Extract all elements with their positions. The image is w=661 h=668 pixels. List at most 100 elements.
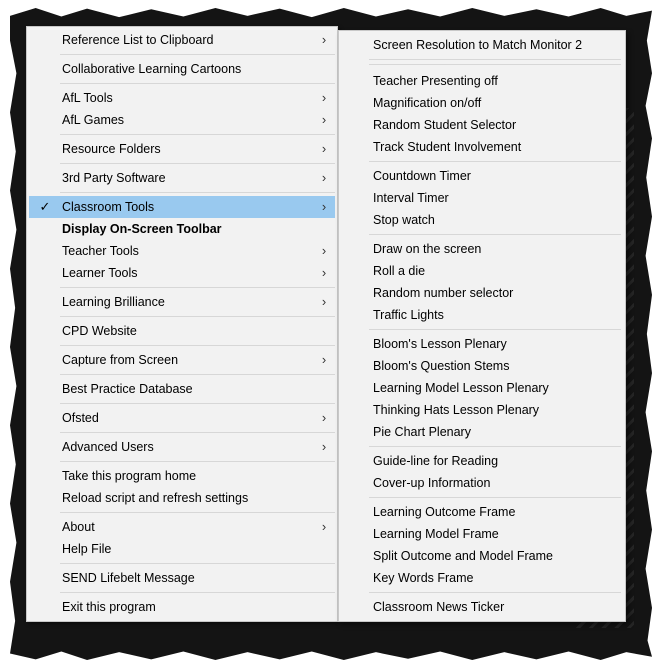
separator: [369, 59, 621, 60]
menu-item-label: CPD Website: [62, 324, 137, 338]
separator: [60, 563, 335, 564]
separator: [60, 512, 335, 513]
menu-item-take-program-home[interactable]: Take this program home: [29, 465, 335, 487]
chevron-right-icon: ›: [321, 170, 327, 185]
submenu-item-cover-up-information[interactable]: Cover-up Information: [341, 472, 623, 494]
menu-item-reference-list[interactable]: Reference List to Clipboard ›: [29, 29, 335, 51]
separator: [60, 374, 335, 375]
submenu-item-interval-timer[interactable]: Interval Timer: [341, 187, 623, 209]
submenu-item-learning-model-plenary[interactable]: Learning Model Lesson Plenary: [341, 377, 623, 399]
submenu-item-random-number[interactable]: Random number selector: [341, 282, 623, 304]
menu-item-exit-program[interactable]: Exit this program: [29, 596, 335, 618]
separator: [60, 592, 335, 593]
chevron-right-icon: ›: [321, 199, 327, 214]
chevron-right-icon: ›: [321, 243, 327, 258]
separator: [369, 592, 621, 593]
menu-item-label: Display On-Screen Toolbar: [62, 222, 222, 236]
submenu-item-teacher-presenting[interactable]: Teacher Presenting off: [341, 70, 623, 92]
separator: [60, 287, 335, 288]
submenu-item-screen-resolution[interactable]: Screen Resolution to Match Monitor 2: [341, 34, 623, 56]
menu-item-resource-folders[interactable]: Resource Folders ›: [29, 138, 335, 160]
separator: [369, 329, 621, 330]
submenu-item-traffic-lights[interactable]: Traffic Lights: [341, 304, 623, 326]
submenu-item-countdown-timer[interactable]: Countdown Timer: [341, 165, 623, 187]
submenu-item-label: Guide-line for Reading: [373, 454, 499, 468]
separator: [60, 134, 335, 135]
submenu-item-label: Draw on the screen: [373, 242, 482, 256]
menu-item-learning-brilliance[interactable]: Learning Brilliance ›: [29, 291, 335, 313]
chevron-right-icon: ›: [321, 294, 327, 309]
menu-item-label: AfL Tools: [62, 91, 113, 105]
submenu-item-label: Track Student Involvement: [373, 140, 522, 154]
submenu-item-label: Magnification on/off: [373, 96, 482, 110]
submenu-item-pie-chart-plenary[interactable]: Pie Chart Plenary: [341, 421, 623, 443]
submenu-item-thinking-hats-plenary[interactable]: Thinking Hats Lesson Plenary: [341, 399, 623, 421]
menu-item-3rd-party-software[interactable]: 3rd Party Software ›: [29, 167, 335, 189]
separator: [60, 345, 335, 346]
submenu-item-stop-watch[interactable]: Stop watch: [341, 209, 623, 231]
menu-item-label: About: [62, 520, 95, 534]
submenu-item-label: Stop watch: [373, 213, 435, 227]
submenu-item-label: Split Outcome and Model Frame: [373, 549, 553, 563]
menu-item-label: Best Practice Database: [62, 382, 193, 396]
submenu-item-label: Pie Chart Plenary: [373, 425, 471, 439]
chevron-right-icon: ›: [321, 352, 327, 367]
submenu-item-label: Learning Model Lesson Plenary: [373, 381, 549, 395]
separator: [60, 403, 335, 404]
menu-item-label: Take this program home: [62, 469, 197, 483]
chevron-right-icon: ›: [321, 439, 327, 454]
submenu-item-magnification[interactable]: Magnification on/off: [341, 92, 623, 114]
menu-item-ofsted[interactable]: Ofsted ›: [29, 407, 335, 429]
menu-item-help-file[interactable]: Help File: [29, 538, 335, 560]
submenu-item-draw-on-screen[interactable]: Draw on the screen: [341, 238, 623, 260]
menu-item-label: Exit this program: [62, 600, 156, 614]
submenu-item-label: Bloom's Question Stems: [373, 359, 510, 373]
submenu-item-guide-line-reading[interactable]: Guide-line for Reading: [341, 450, 623, 472]
submenu-item-split-outcome-model-frame[interactable]: Split Outcome and Model Frame: [341, 545, 623, 567]
menu-item-label: 3rd Party Software: [62, 171, 166, 185]
menu-item-learner-tools[interactable]: Learner Tools ›: [29, 262, 335, 284]
menu-item-about[interactable]: About ›: [29, 516, 335, 538]
submenu-item-learning-outcome-frame[interactable]: Learning Outcome Frame: [341, 501, 623, 523]
submenu-item-label: Teacher Presenting off: [373, 74, 498, 88]
menu-item-reload-script[interactable]: Reload script and refresh settings: [29, 487, 335, 509]
submenu-item-classroom-news-ticker[interactable]: Classroom News Ticker: [341, 596, 623, 618]
menu-item-label: Collaborative Learning Cartoons: [62, 62, 242, 76]
menu-item-label: Resource Folders: [62, 142, 161, 156]
separator: [60, 316, 335, 317]
menu-item-label: AfL Games: [62, 113, 125, 127]
submenu-item-track-involvement[interactable]: Track Student Involvement: [341, 136, 623, 158]
menu-item-classroom-tools[interactable]: ✓ Classroom Tools ›: [29, 196, 335, 218]
submenu-item-label: Random Student Selector: [373, 118, 517, 132]
chevron-right-icon: ›: [321, 410, 327, 425]
menu-item-best-practice-database[interactable]: Best Practice Database: [29, 378, 335, 400]
menu-item-afl-tools[interactable]: AfL Tools ›: [29, 87, 335, 109]
classroom-tools-submenu: Screen Resolution to Match Monitor 2 Tea…: [338, 30, 626, 622]
context-menu: Reference List to Clipboard › Collaborat…: [26, 26, 338, 622]
menu-item-advanced-users[interactable]: Advanced Users ›: [29, 436, 335, 458]
submenu-item-label: Thinking Hats Lesson Plenary: [373, 403, 540, 417]
submenu-item-label: Interval Timer: [373, 191, 449, 205]
menu-item-afl-games[interactable]: AfL Games ›: [29, 109, 335, 131]
menu-item-display-toolbar[interactable]: Display On-Screen Toolbar: [29, 218, 335, 240]
menu-item-teacher-tools[interactable]: Teacher Tools ›: [29, 240, 335, 262]
menu-item-collaborative-cartoons[interactable]: Collaborative Learning Cartoons: [29, 58, 335, 80]
submenu-item-label: Countdown Timer: [373, 169, 471, 183]
submenu-item-label: Traffic Lights: [373, 308, 444, 322]
submenu-item-blooms-plenary[interactable]: Bloom's Lesson Plenary: [341, 333, 623, 355]
separator: [60, 163, 335, 164]
submenu-item-blooms-question-stems[interactable]: Bloom's Question Stems: [341, 355, 623, 377]
menu-item-cpd-website[interactable]: CPD Website: [29, 320, 335, 342]
separator: [369, 64, 621, 65]
separator: [369, 234, 621, 235]
submenu-item-learning-model-frame[interactable]: Learning Model Frame: [341, 523, 623, 545]
submenu-item-key-words-frame[interactable]: Key Words Frame: [341, 567, 623, 589]
menu-item-send-lifebelt[interactable]: SEND Lifebelt Message: [29, 567, 335, 589]
menu-item-label: Ofsted: [62, 411, 99, 425]
separator: [60, 192, 335, 193]
submenu-item-roll-a-die[interactable]: Roll a die: [341, 260, 623, 282]
menu-item-label: Teacher Tools: [62, 244, 139, 258]
menu-item-label: Capture from Screen: [62, 353, 179, 367]
menu-item-capture-from-screen[interactable]: Capture from Screen ›: [29, 349, 335, 371]
submenu-item-random-student[interactable]: Random Student Selector: [341, 114, 623, 136]
